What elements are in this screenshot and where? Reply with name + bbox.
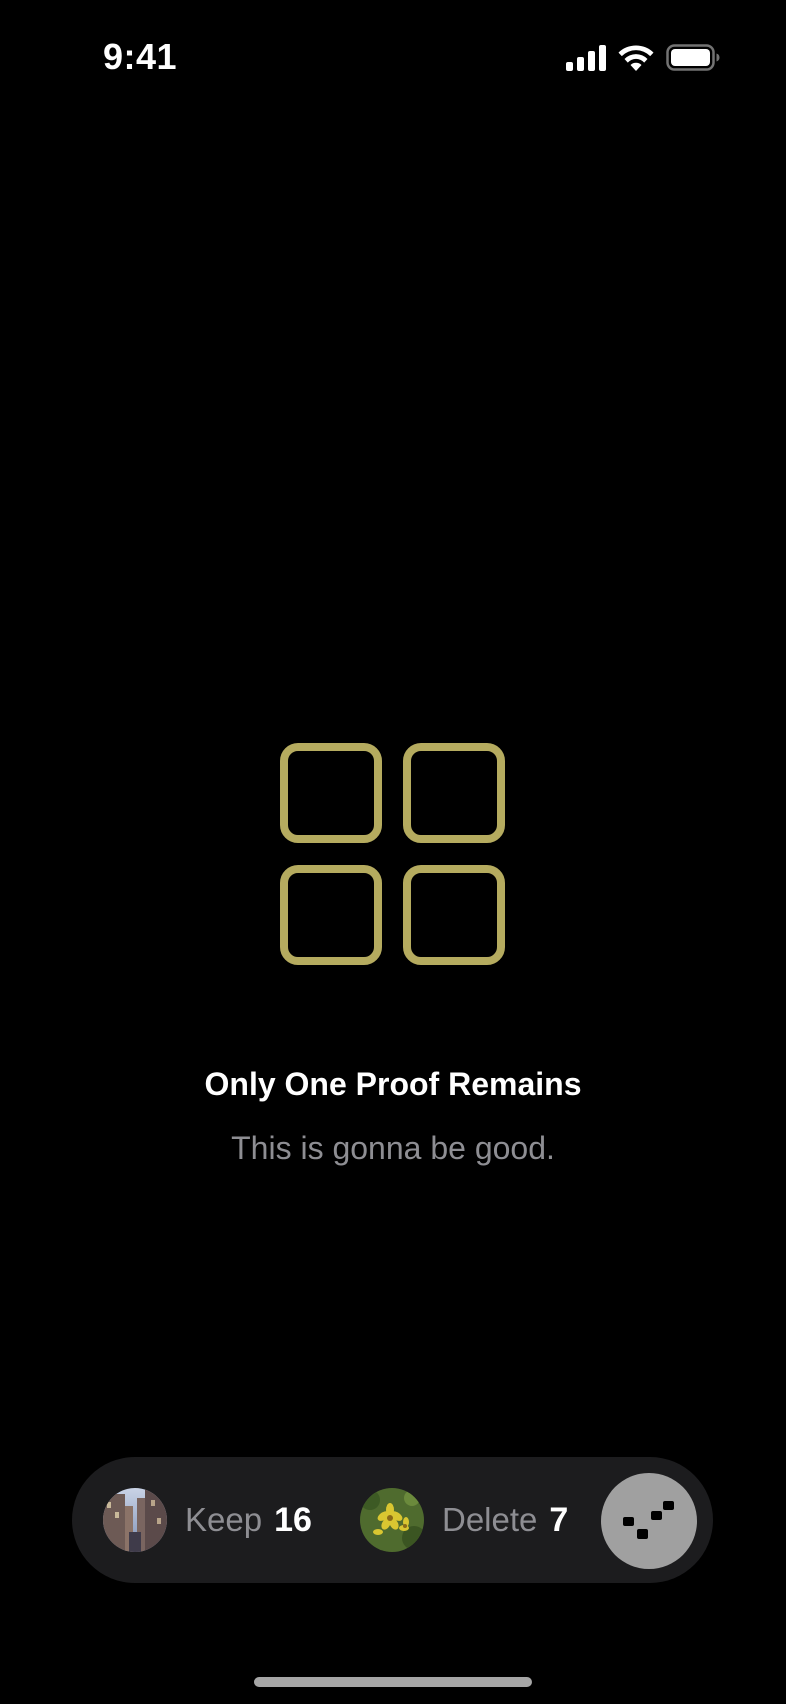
delete-label: Delete — [442, 1501, 538, 1538]
status-bar: 9:41 — [0, 0, 786, 120]
keep-label: Keep — [185, 1501, 263, 1538]
empty-state-title: Only One Proof Remains — [204, 1066, 582, 1102]
cellular-signal-icon — [566, 44, 606, 71]
wifi-icon — [618, 45, 654, 71]
grid-four-squares-icon — [280, 743, 505, 965]
dots-action-button[interactable] — [601, 1473, 697, 1569]
status-time: 9:41 — [103, 36, 178, 77]
home-indicator[interactable] — [254, 1677, 532, 1687]
keep-thumbnail — [103, 1488, 167, 1552]
empty-state-subtitle: This is gonna be good. — [231, 1130, 555, 1166]
delete-thumbnail — [360, 1488, 424, 1552]
dots-pattern-icon — [623, 1501, 674, 1539]
keep-count: 16 — [274, 1500, 312, 1539]
battery-icon — [666, 44, 720, 71]
review-summary-bar: Keep 16 Delete 7 — [72, 1457, 713, 1583]
status-icons — [566, 44, 720, 71]
delete-summary[interactable]: Delete 7 — [360, 1488, 568, 1552]
delete-count: 7 — [549, 1500, 569, 1539]
keep-summary[interactable]: Keep 16 — [103, 1488, 312, 1552]
